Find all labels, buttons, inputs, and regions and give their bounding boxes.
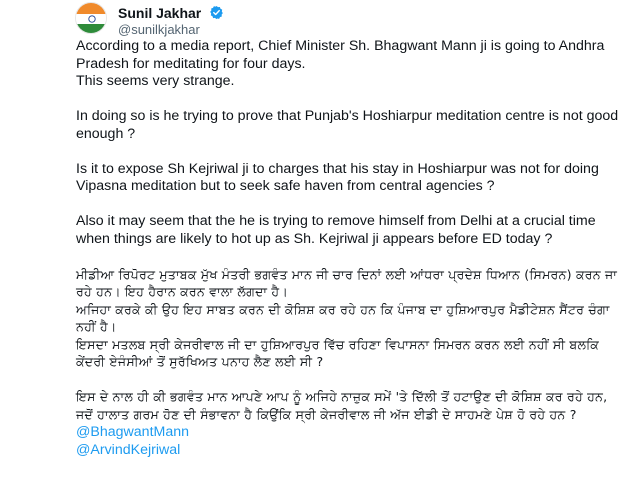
tweet-card: Sunil Jakhar @sunilkjakhar According to … <box>0 0 640 480</box>
author-name[interactable]: Sunil Jakhar <box>118 5 201 21</box>
tweet-paragraph-3: Is it to expose Sh Kejriwal ji to charge… <box>76 160 599 195</box>
author-block: Sunil Jakhar @sunilkjakhar <box>118 2 224 37</box>
tweet-paragraph-4: Also it may seem that the he is trying t… <box>76 213 596 247</box>
tweet-punjabi-paragraph-2: ਇਸ ਦੇ ਨਾਲ ਹੀ ਕੀ ਭਗਵੰਤ ਮਾਨ ਆਪਣੇ ਆਪ ਨੂੰ ਅਜ… <box>76 389 608 422</box>
tweet-header: Sunil Jakhar @sunilkjakhar <box>75 0 595 37</box>
tweet-text: According to a media report, Chief Minis… <box>76 38 624 459</box>
tricolor-flag-avatar <box>76 3 106 33</box>
avatar[interactable] <box>75 2 107 34</box>
mention-link-bhagwantmann[interactable]: @BhagwantMann <box>76 423 624 441</box>
tweet-paragraph-2: In doing so is he trying to prove that P… <box>76 108 619 142</box>
verified-badge-icon <box>209 5 224 20</box>
author-handle[interactable]: @sunilkjakhar <box>118 22 224 37</box>
mention-link-arvindkejriwal[interactable]: @ArvindKejriwal <box>76 441 624 459</box>
tweet-paragraph-1: According to a media report, Chief Minis… <box>76 38 605 89</box>
tweet-punjabi-paragraph-1: ਮੀਡੀਆ ਰਿਪੋਰਟ ਮੁਤਾਬਕ ਮੁੱਖ ਮੰਤਰੀ ਭਗਵੰਤ ਮਾਨ… <box>76 266 618 370</box>
